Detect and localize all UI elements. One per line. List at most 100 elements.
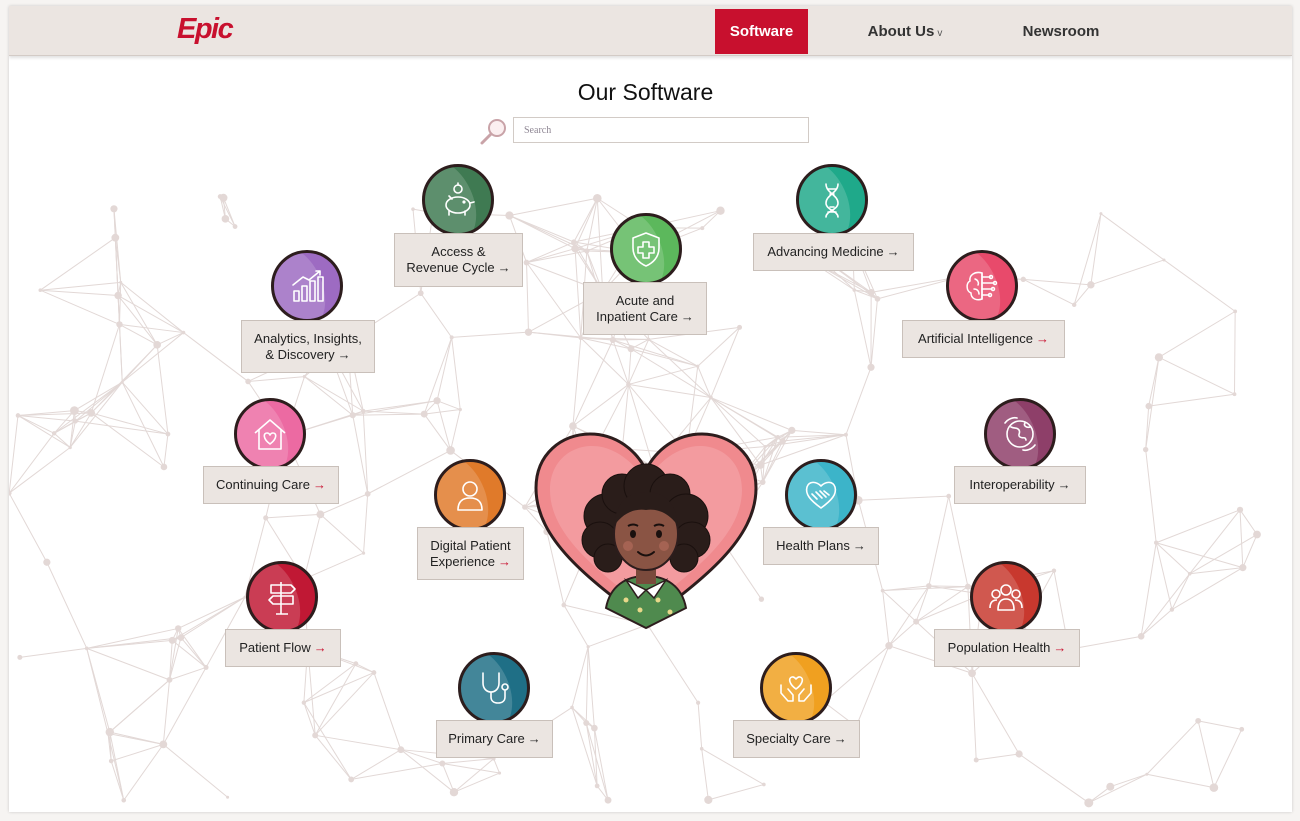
network-node <box>439 760 446 767</box>
badge-population <box>970 561 1042 633</box>
network-line <box>701 748 709 800</box>
badge-primary <box>458 652 530 724</box>
label-access: Access & Revenue Cycle → <box>394 233 523 287</box>
network-node <box>1145 402 1152 410</box>
network-node <box>397 746 405 754</box>
network-line <box>363 493 369 554</box>
network-line <box>86 647 170 681</box>
label-interop-text: Interoperability <box>969 477 1055 492</box>
network-node <box>302 374 307 379</box>
label-advancing-text: Advancing Medicine <box>767 244 884 259</box>
network-line <box>1148 357 1160 407</box>
network-line <box>1100 213 1165 261</box>
network-line <box>442 762 500 774</box>
network-line <box>436 400 452 451</box>
network-node <box>114 291 122 300</box>
search-input[interactable] <box>513 117 809 143</box>
network-node <box>578 335 583 341</box>
label-primary-text: Primary Care <box>448 731 525 746</box>
network-line <box>1158 356 1235 395</box>
network-node <box>411 207 415 211</box>
network-line <box>882 590 890 646</box>
network-node <box>1099 212 1103 216</box>
network-line <box>183 332 249 382</box>
network-line <box>451 337 461 410</box>
network-line <box>526 262 582 339</box>
network-line <box>1233 311 1236 395</box>
arrow-right-icon: → <box>313 640 327 655</box>
badge-digital <box>434 459 506 531</box>
network-line <box>572 339 614 427</box>
network-line <box>1090 259 1165 286</box>
network-line <box>163 433 169 468</box>
network-node <box>166 676 173 683</box>
network-line <box>509 197 598 216</box>
network-line <box>526 248 576 264</box>
network-node <box>232 224 238 229</box>
network-node <box>968 669 976 678</box>
arrow-right-icon: → <box>833 731 847 746</box>
label-specialty-text: Specialty Care <box>746 731 831 746</box>
network-node <box>51 431 57 436</box>
handshake-icon <box>805 481 837 509</box>
network-line <box>86 648 109 734</box>
network-node <box>523 259 530 266</box>
network-line <box>314 735 352 780</box>
network-node <box>1233 309 1238 314</box>
network-node <box>1051 568 1057 573</box>
badge-healthplans <box>785 459 857 531</box>
network-node <box>87 409 96 417</box>
network-node <box>583 719 590 726</box>
network-line <box>423 413 451 451</box>
network-node <box>160 463 168 471</box>
network-line <box>697 702 703 749</box>
arrow-right-icon: → <box>527 731 541 746</box>
network-line <box>882 590 917 622</box>
label-advancing: Advancing Medicine → <box>753 233 914 271</box>
network-line <box>574 198 598 249</box>
network-node <box>885 642 893 650</box>
nav-software[interactable]: Software <box>715 9 808 54</box>
network-line <box>1197 720 1215 788</box>
network-line <box>453 758 495 793</box>
network-node <box>110 205 118 213</box>
network-node <box>121 797 127 803</box>
network-node <box>177 634 185 641</box>
network-line <box>612 338 649 341</box>
network-line <box>119 323 184 334</box>
network-node <box>609 336 617 344</box>
network-node <box>779 437 786 445</box>
network-line <box>424 409 461 415</box>
network-line <box>91 412 169 435</box>
label-healthplans-text: Health Plans <box>776 538 850 553</box>
network-line <box>450 409 461 451</box>
arrow-right-icon: → <box>1053 640 1067 655</box>
network-line <box>86 627 179 649</box>
network-node <box>592 193 602 203</box>
network-node <box>120 380 124 384</box>
nav-newsroom[interactable]: Newsroom <box>1009 9 1113 54</box>
network-node <box>1142 446 1149 453</box>
site-header: Epic Software About Us v Newsroom <box>9 6 1292 56</box>
network-line <box>9 492 48 563</box>
badge-advancing <box>796 164 868 236</box>
epic-logo[interactable]: Epic <box>177 13 234 46</box>
badge-analytics <box>271 250 343 322</box>
network-node <box>524 328 533 336</box>
network-line <box>1018 753 1090 804</box>
network-node <box>584 248 590 254</box>
network-line <box>888 585 930 646</box>
bar-chart-icon <box>292 270 324 302</box>
globe-network-icon <box>1004 416 1036 452</box>
network-line <box>971 673 977 760</box>
network-node <box>84 646 89 651</box>
search-icon[interactable] <box>479 118 509 146</box>
network-line <box>612 339 698 367</box>
nav-about-us[interactable]: About Us v <box>855 9 955 54</box>
network-line <box>526 241 575 263</box>
network-line <box>1213 729 1243 788</box>
network-line <box>46 562 88 649</box>
network-node <box>591 724 598 732</box>
network-node <box>1137 633 1145 640</box>
dna-icon <box>825 183 839 218</box>
